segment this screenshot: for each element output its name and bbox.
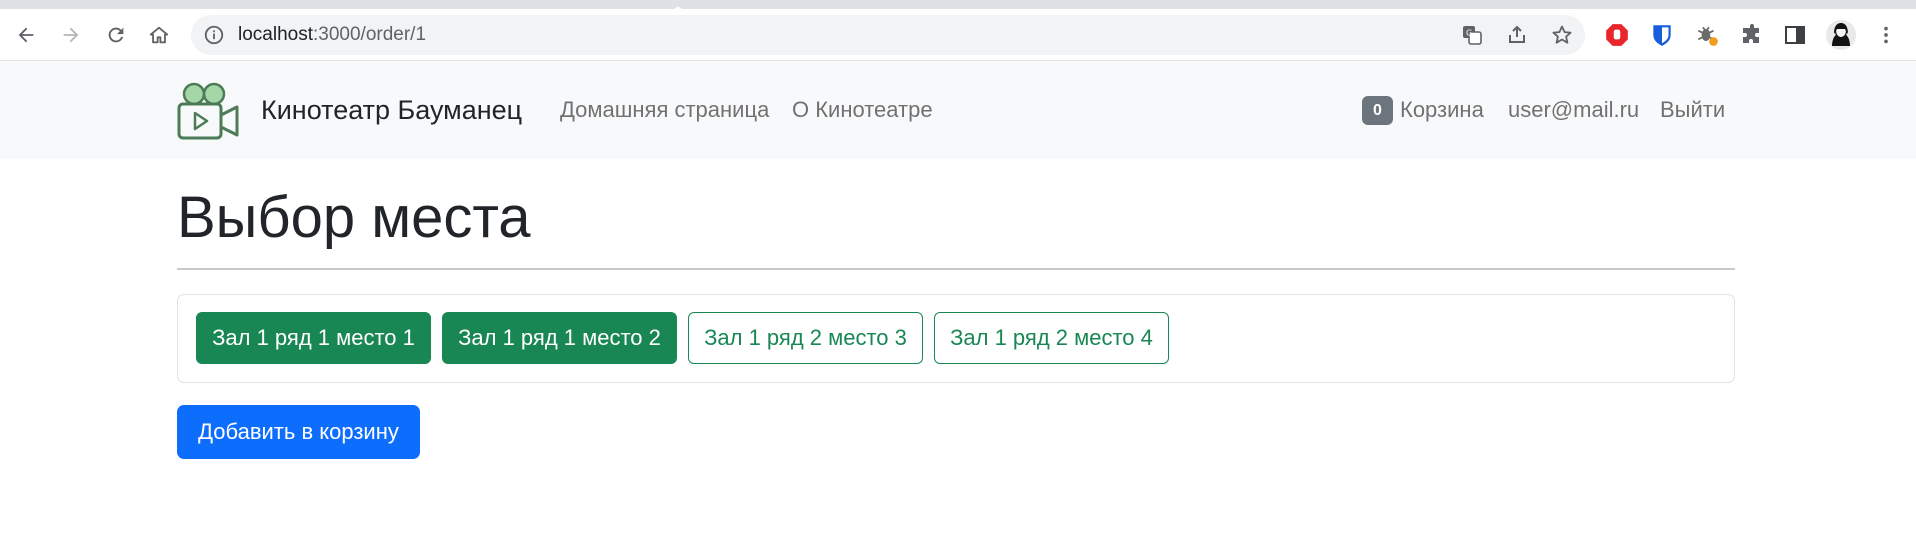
profile-avatar[interactable] — [1826, 20, 1856, 50]
seat-button[interactable]: Зал 1 ряд 1 место 2 — [442, 312, 677, 364]
extensions-puzzle-icon[interactable] — [1739, 22, 1765, 48]
browser-tab-active[interactable] — [0, 0, 680, 9]
url-path: :3000/order/1 — [313, 24, 427, 45]
info-icon[interactable] — [203, 24, 225, 46]
url-host: localhost — [238, 24, 313, 45]
url-text[interactable]: localhost:3000/order/1 — [238, 25, 426, 45]
nav-link-about[interactable]: О Кинотеатре — [792, 99, 933, 121]
side-panel-icon[interactable] — [1782, 22, 1808, 48]
nav-link-home[interactable]: Домашняя страница — [560, 99, 769, 121]
bitwarden-extension-icon[interactable] — [1649, 22, 1675, 48]
adblock-extension-icon[interactable] — [1604, 22, 1630, 48]
forward-icon — [63, 27, 79, 43]
browser-tab-inactive[interactable] — [676, 0, 1916, 9]
reload-button[interactable] — [100, 19, 132, 51]
tab-strip — [0, 0, 1916, 9]
nav-link-user-email[interactable]: user@mail.ru — [1508, 99, 1639, 121]
home-icon — [149, 26, 169, 44]
back-icon — [18, 27, 34, 43]
bookmark-star-icon[interactable] — [1550, 23, 1574, 47]
movie-camera-logo[interactable] — [176, 80, 240, 140]
reload-icon — [108, 27, 124, 43]
bug-extension-icon[interactable] — [1694, 22, 1720, 48]
cart-count-badge: 0 — [1362, 96, 1393, 125]
share-icon[interactable] — [1505, 23, 1529, 47]
home-button[interactable] — [143, 19, 175, 51]
nav-link-logout[interactable]: Выйти — [1660, 99, 1725, 121]
page-title: Выбор места — [177, 185, 531, 250]
forward-button[interactable] — [55, 19, 87, 51]
seat-button[interactable]: Зал 1 ряд 2 место 4 — [934, 312, 1169, 364]
menu-kebab-icon[interactable] — [1873, 22, 1899, 48]
seat-selection-card: Зал 1 ряд 1 место 1 Зал 1 ряд 1 место 2 … — [177, 294, 1735, 383]
svg-text:G: G — [1466, 29, 1472, 38]
seat-button[interactable]: Зал 1 ряд 1 место 1 — [196, 312, 431, 364]
add-to-cart-button[interactable]: Добавить в корзину — [177, 405, 420, 459]
title-divider — [177, 268, 1735, 270]
brand-name[interactable]: Кинотеатр Бауманец — [261, 97, 522, 124]
back-button[interactable] — [10, 19, 42, 51]
address-bar[interactable]: localhost:3000/order/1 G — [191, 15, 1585, 55]
browser-toolbar: localhost:3000/order/1 G — [0, 9, 1916, 61]
nav-link-cart[interactable]: Корзина — [1400, 99, 1484, 121]
site-navbar: Кинотеатр Бауманец Домашняя страница О К… — [0, 61, 1916, 159]
translate-icon[interactable]: G — [1460, 23, 1484, 47]
seat-button[interactable]: Зал 1 ряд 2 место 3 — [688, 312, 923, 364]
